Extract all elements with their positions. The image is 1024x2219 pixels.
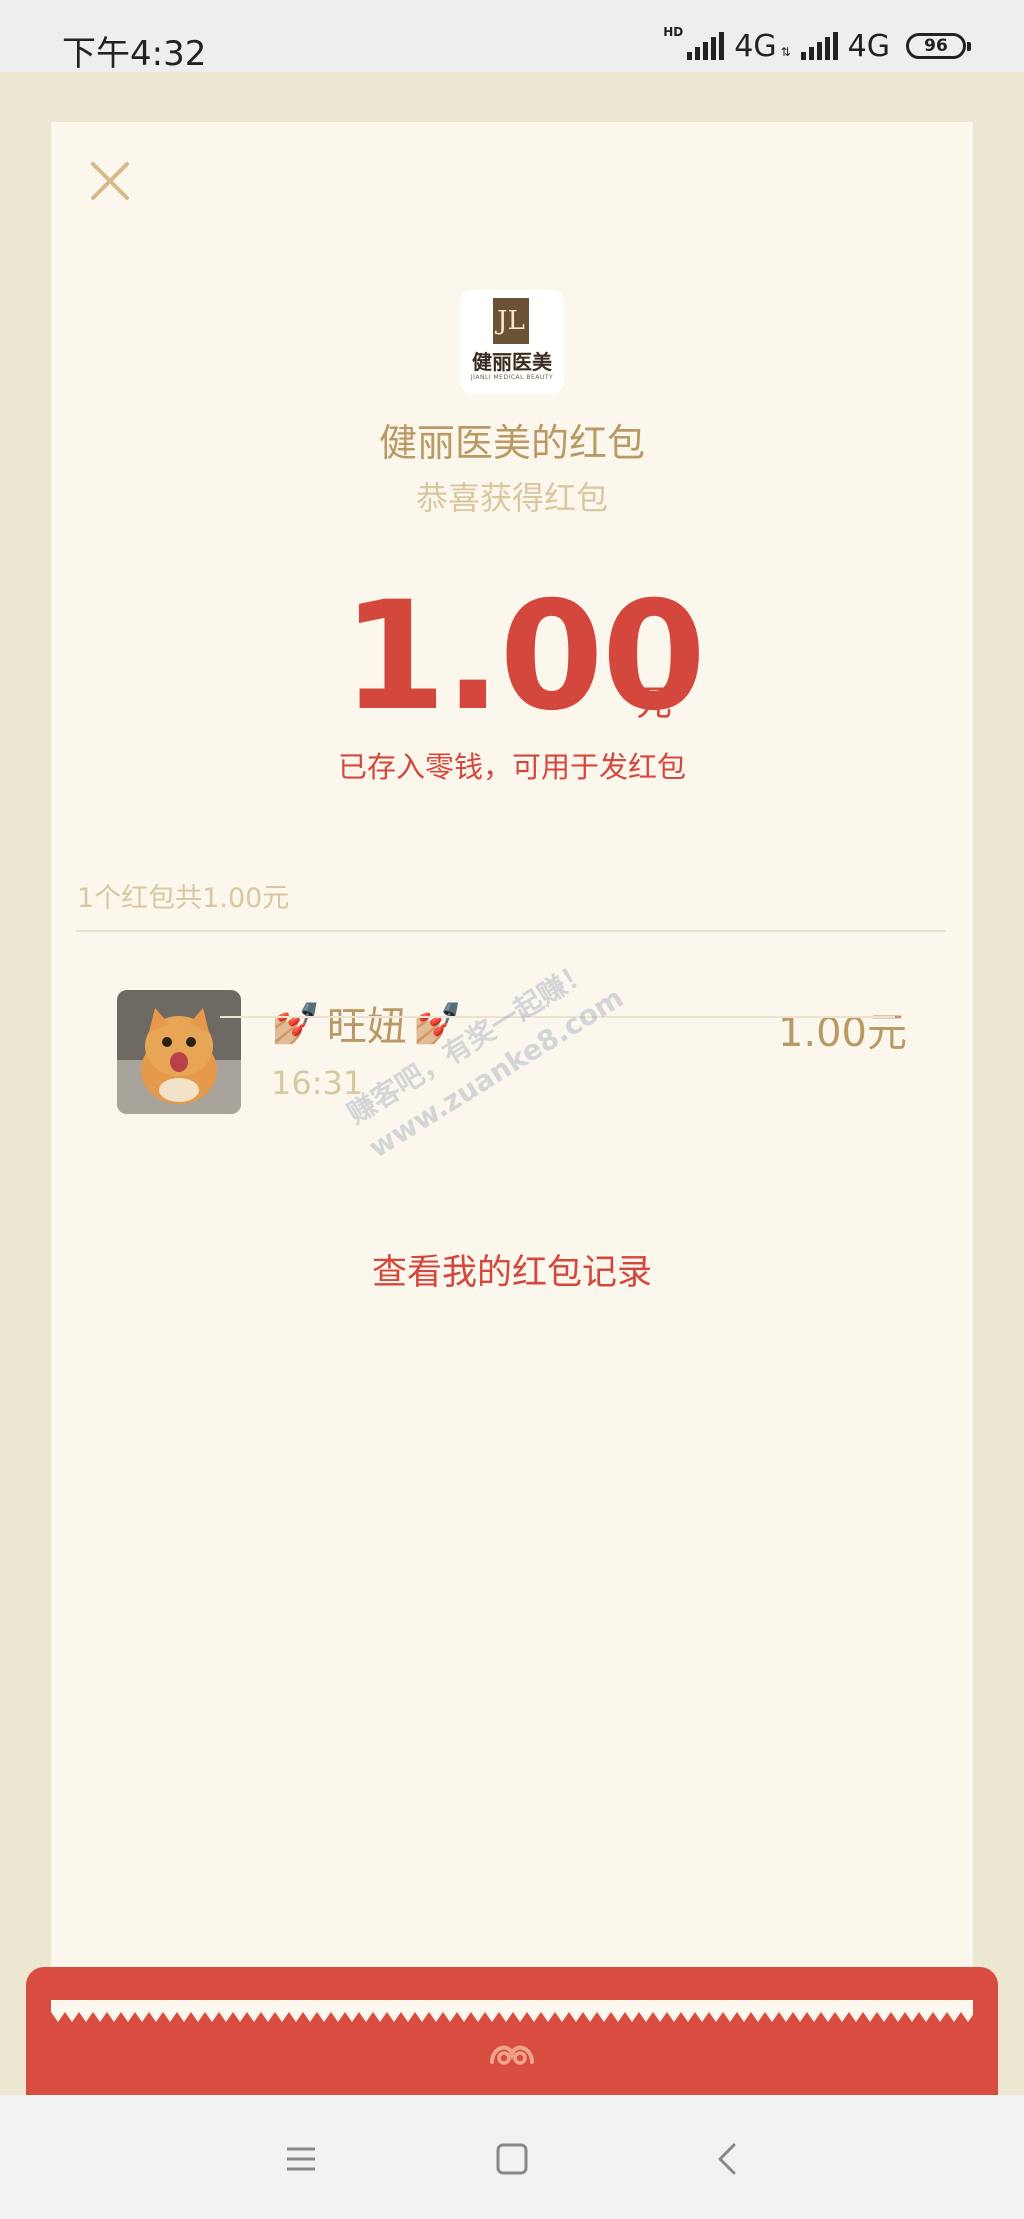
data-arrows-icon: ⇅ — [780, 45, 791, 59]
packet-title: 健丽医美的红包 — [378, 421, 645, 465]
home-button[interactable] — [492, 2139, 532, 2179]
network-type-1: 4G — [734, 28, 777, 64]
back-icon — [718, 2143, 736, 2175]
packet-subtitle: 恭喜获得红包 — [415, 479, 608, 517]
nail-polish-icon: 💅🏼 — [271, 1000, 321, 1047]
sender-logo: JL 健丽医美 JIANLI MEDICAL BEAUTY — [460, 290, 564, 394]
amount-unit: 元 — [636, 683, 673, 724]
cat-avatar-image — [117, 990, 241, 1114]
amount-display: 1.00 元 — [51, 562, 973, 752]
home-icon — [496, 2143, 528, 2175]
logo-subtext: JIANLI MEDICAL BEAUTY — [470, 374, 554, 381]
avatar[interactable] — [117, 990, 241, 1114]
zigzag-edge — [51, 2000, 973, 2022]
signal-icon-2 — [800, 32, 838, 60]
close-icon — [91, 162, 129, 200]
close-button[interactable] — [87, 158, 133, 204]
divider — [76, 930, 946, 932]
cloud-swirl-icon — [490, 2045, 534, 2065]
signal-icon — [687, 32, 725, 60]
menu-button[interactable] — [281, 2139, 321, 2179]
packet-summary: 1个红包共1.00元 — [77, 883, 290, 914]
record-amount: 1.00元 — [777, 1010, 907, 1056]
view-my-records-link[interactable]: 查看我的红包记录 — [51, 1244, 973, 1295]
nickname: 旺妞 — [326, 1004, 407, 1050]
logo-name: 健丽医美 — [472, 350, 552, 374]
logo-mark-icon: JL — [493, 298, 529, 344]
status-icons: HD 4G ⇅ 4G 96 — [663, 25, 971, 66]
status-time: 下午4:32 — [62, 34, 207, 74]
battery-icon: 96 — [906, 33, 971, 59]
battery-level: 96 — [924, 36, 948, 56]
system-nav-bar — [0, 2095, 1024, 2219]
network-type-2: 4G — [847, 28, 890, 64]
status-bar: 下午4:32 HD 4G ⇅ 4G 96 — [0, 0, 1024, 74]
hd-badge: HD — [663, 25, 684, 39]
red-envelope-band — [26, 1967, 998, 2095]
back-button[interactable] — [708, 2139, 748, 2179]
saved-note: 已存入零钱，可用于发红包 — [337, 750, 686, 784]
menu-icon — [287, 2147, 315, 2171]
